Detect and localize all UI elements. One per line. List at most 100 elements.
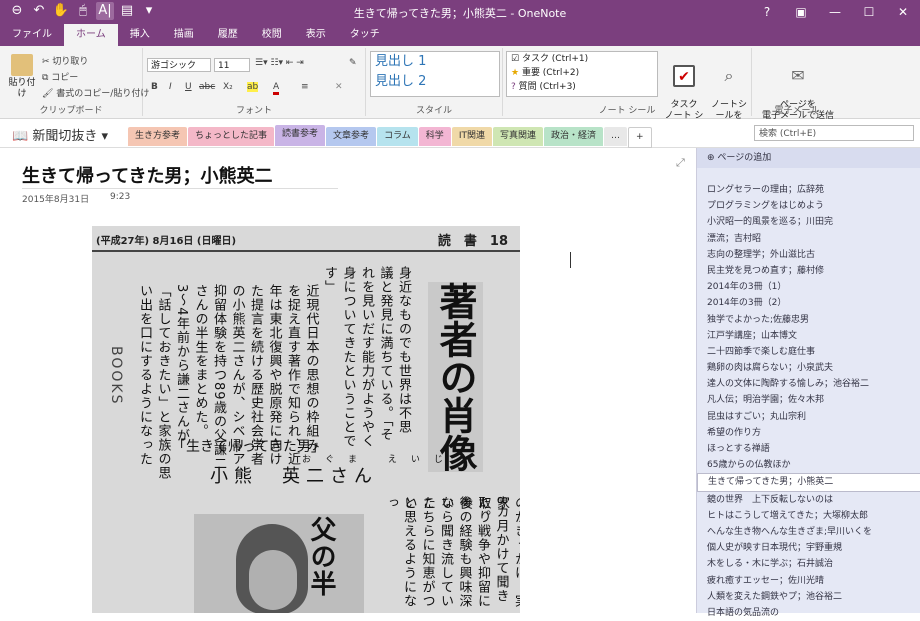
paste-button[interactable]: 貼り付け [6, 54, 38, 100]
highlight-button[interactable]: ab [247, 82, 259, 92]
align-button[interactable]: ≡ [301, 82, 309, 92]
chevron-down-icon: ▾ [97, 129, 109, 144]
tag-important[interactable]: ★ 重要 (Ctrl+2) [507, 66, 657, 80]
minimize-button[interactable]: — [818, 0, 852, 24]
page-list-item[interactable]: 2014年の3冊（2） [697, 295, 920, 311]
copy-button[interactable]: ⧉ コピー [42, 70, 78, 83]
help-button[interactable]: ? [750, 0, 784, 24]
section-tab[interactable]: 写真関連 [492, 127, 543, 146]
cut-button[interactable]: ✂ 切り取り [42, 54, 88, 67]
page-list-item[interactable]: ロングセラーの理由；広辞苑 [697, 182, 920, 198]
style-heading-2[interactable]: 見出し 2 [371, 72, 499, 92]
section-tab[interactable]: 読書参考 [275, 125, 326, 146]
newspaper-clipping-image[interactable]: (平成27年) 8月16日 (日曜日) 読 書 18 著者の肖像 BOOKS 身… [92, 226, 520, 613]
clipping-sub-heading: 父の半 [306, 516, 336, 597]
strikethrough-button[interactable]: abc [199, 82, 215, 92]
page-list-item[interactable]: ヒトはこうして増えてきた；大塚柳太郎 [697, 508, 920, 524]
tab-history[interactable]: 履歴 [206, 24, 250, 46]
page-list-item[interactable]: 個人史が映す日本現代；宇野重規 [697, 540, 920, 556]
page-canvas[interactable]: ⤢ 生きて帰ってきた男；小熊英二 2015年8月31日 9:23 (平成27年)… [0, 148, 696, 613]
font-size-select[interactable]: 11 [214, 58, 250, 72]
section-tab[interactable]: … [604, 127, 627, 146]
maximize-button[interactable]: ☐ [852, 0, 886, 24]
copy-icon: ⧉ [42, 73, 52, 83]
section-tab[interactable]: 政治・経済 [543, 127, 603, 146]
page-list-item[interactable]: 志向の整理学；外山滋比古 [697, 247, 920, 263]
scissors-icon: ✂ [42, 57, 53, 67]
ribbon: 貼り付け ✂ 切り取り ⧉ コピー 🖌 書式のコピー/貼り付け クリップボード … [0, 46, 920, 132]
tag-task[interactable]: ☑ タスク (Ctrl+1) [507, 52, 657, 66]
page-list-item[interactable]: 生きて帰ってきた男；小熊英二 [697, 473, 920, 492]
section-tab[interactable]: 生き方参考 [128, 127, 188, 146]
tags-gallery[interactable]: ☑ タスク (Ctrl+1) ★ 重要 (Ctrl+2) ? 質問 (Ctrl+… [506, 51, 658, 97]
clipping-text-column: 議と発見に満ちている。「そ [377, 266, 393, 442]
close-button[interactable]: ✕ [886, 0, 920, 24]
font-family-select[interactable]: 游ゴシック [147, 58, 211, 72]
add-page-button[interactable]: ⊕ ページの追加 [697, 148, 920, 168]
page-list-item[interactable]: ほっとする禅語 [697, 441, 920, 457]
section-tab[interactable]: ちょっとした記事 [188, 127, 275, 146]
section-tab[interactable]: 科学 [418, 127, 451, 146]
page-list-item[interactable]: 凡人伝；明治学園；佐々木邦 [697, 392, 920, 408]
paste-icon [11, 54, 33, 76]
bold-button[interactable]: B [151, 82, 158, 92]
tags-group-label: ノート シール [598, 106, 656, 116]
clipping-books-label: BOOKS [108, 346, 124, 406]
page-list-item[interactable]: へんな生き物へんな生きざま;早川いくを [697, 524, 920, 540]
page-list-item[interactable]: 疲れ癒すエッセー；佐川光晴 [697, 573, 920, 589]
styles-gallery[interactable]: 見出し 1 見出し 2 [370, 51, 500, 97]
expand-icon[interactable]: ⤢ [676, 156, 685, 170]
page-list-item[interactable]: 漂流；吉村昭 [697, 231, 920, 247]
page-list-item[interactable]: 65歳からの仏教ほか [697, 457, 920, 473]
page-list-item[interactable]: 人類を変えた鋼鉄やプ；池谷裕二 [697, 589, 920, 605]
question-icon: ? [511, 82, 519, 92]
page-list-item[interactable]: 独学でよかった;佐藤忠男 [697, 312, 920, 328]
tab-home[interactable]: ホーム [64, 24, 118, 46]
page-list-item[interactable]: 達人の文体に陶酔する愉しみ；池谷裕二 [697, 376, 920, 392]
page-list-item[interactable]: 木をしる・木に学ぶ；石井誠治 [697, 556, 920, 572]
page-list-item[interactable]: 昆虫はすごい；丸山宗利 [697, 409, 920, 425]
page-list-item[interactable]: プログラミングをはじめよう [697, 198, 920, 214]
underline-button[interactable]: U [185, 82, 192, 92]
clipboard-group-label: クリップボード [39, 106, 103, 116]
section-tab[interactable]: 文章参考 [326, 127, 377, 146]
tab-insert[interactable]: 挿入 [118, 24, 162, 46]
notebook-selector[interactable]: 📖 新聞切抜き ▾ [12, 125, 108, 144]
author-photo [194, 514, 364, 613]
tab-touch[interactable]: タッチ [338, 24, 392, 46]
tab-file[interactable]: ファイル [0, 24, 64, 46]
subscript-button[interactable]: X₂ [223, 82, 233, 92]
italic-button[interactable]: I [169, 82, 172, 92]
font-group: 游ゴシック 11 ☰▾ ☷▾ ⇤ ⇥ ✎ B I U abc X₂ ab A ≡… [143, 48, 366, 116]
page-list-item[interactable]: 鏡の世界 上下反転しないのは [697, 492, 920, 508]
search-input[interactable]: 検索 (Ctrl+E) [754, 125, 914, 141]
page-list-item[interactable]: 希望の作り方 [697, 425, 920, 441]
page-list-item[interactable]: 鶏卵の肉は腐らない；小泉武夫 [697, 360, 920, 376]
tab-draw[interactable]: 描画 [162, 24, 206, 46]
tag-question[interactable]: ? 質問 (Ctrl+3) [507, 80, 657, 94]
page-list-item[interactable]: 民主党を見つめ直す；藤村修 [697, 263, 920, 279]
page-list-item[interactable]: 2014年の3冊（1） [697, 279, 920, 295]
clear-format-icon[interactable]: ✎ [349, 58, 357, 68]
page-title[interactable]: 生きて帰ってきた男；小熊英二 [22, 162, 273, 188]
style-heading-1[interactable]: 見出し 1 [371, 52, 499, 72]
section-tab[interactable]: + [628, 127, 652, 148]
format-painter-button[interactable]: 🖌 書式のコピー/貼り付け [42, 86, 149, 99]
clipping-text-column: 3〜4年前から謙二さんが [174, 284, 189, 443]
clipping-text-column: い出を口にするようになった [137, 284, 152, 466]
section-tab[interactable]: IT関連 [451, 127, 492, 146]
page-list-item[interactable]: 江戸学講座；山本博文 [697, 328, 920, 344]
page-list-item[interactable]: 小沢昭一的風景を巡る；川田完 [697, 214, 920, 230]
tab-view[interactable]: 表示 [294, 24, 338, 46]
email-group-label: 電子メール [774, 106, 820, 116]
clipboard-group: 貼り付け ✂ 切り取り ⧉ コピー 🖌 書式のコピー/貼り付け クリップボード [0, 48, 149, 116]
font-color-button[interactable]: A [273, 82, 280, 95]
delete-button[interactable]: ✕ [335, 82, 343, 92]
section-tab[interactable]: コラム [377, 127, 418, 146]
page-date: 2015年8月31日 [22, 195, 90, 205]
tab-review[interactable]: 校閲 [250, 24, 294, 46]
bullets-icon[interactable]: ☰▾ ☷▾ ⇤ ⇥ [255, 58, 304, 68]
page-list-item[interactable]: 二十四節季で楽しむ庭仕事 [697, 344, 920, 360]
notebook-bar: 📖 新聞切抜き ▾ 生き方参考 ちょっとした記事 読書参考 文章参考 コラム 科学 IT関連… [0, 119, 920, 148]
ribbon-display-button[interactable]: ▣ [784, 0, 818, 24]
